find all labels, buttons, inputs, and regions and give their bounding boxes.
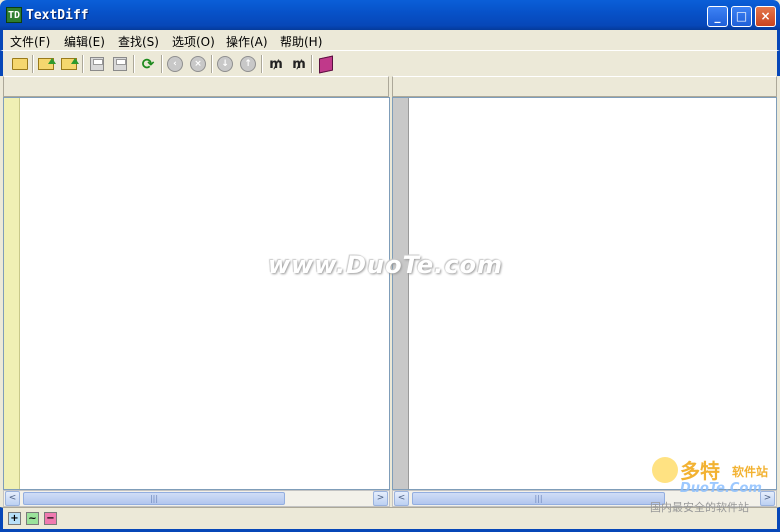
first-diff-button[interactable]: ↓ <box>215 54 235 74</box>
scroll-thumb[interactable]: ||| <box>23 492 285 505</box>
stop-icon: × <box>190 56 206 72</box>
first-diff-icon: ↓ <box>217 56 233 72</box>
open-right-button[interactable] <box>59 54 79 74</box>
mascot-icon <box>652 457 678 483</box>
find-next-icon: ₥ <box>292 56 306 72</box>
left-pane-header <box>3 76 389 97</box>
open-right-icon <box>61 58 79 70</box>
prev-diff-button[interactable]: ‹ <box>165 54 185 74</box>
menu-edit[interactable]: 编辑(E) <box>64 33 105 50</box>
find-button[interactable]: ₥ <box>266 54 286 74</box>
left-hscrollbar[interactable]: < ||| > <box>3 490 390 507</box>
toolbar-separator <box>133 55 135 73</box>
stop-button[interactable]: × <box>188 54 208 74</box>
window-title: TextDiff <box>26 8 89 23</box>
refresh-icon: ⟳ <box>141 55 155 73</box>
scroll-left-arrow[interactable]: < <box>5 491 20 506</box>
legend-removed: − <box>44 512 57 525</box>
right-line-gutter <box>393 98 409 489</box>
menu-help[interactable]: 帮助(H) <box>280 33 322 50</box>
left-text-pane[interactable] <box>3 97 390 490</box>
toolbar-separator <box>311 55 313 73</box>
open-folder-icon <box>12 58 28 70</box>
save-right-icon <box>113 57 127 71</box>
help-button[interactable] <box>316 54 336 74</box>
watermark-domain: DuoTe.Com <box>680 481 762 496</box>
menu-file[interactable]: 文件(F) <box>10 33 50 50</box>
watermark-brand: 多特 <box>680 459 720 483</box>
last-diff-icon: ↑ <box>240 56 256 72</box>
open-folder-button[interactable] <box>10 54 30 74</box>
refresh-button[interactable]: ⟳ <box>138 54 158 74</box>
scroll-right-arrow[interactable]: > <box>373 491 388 506</box>
menu-options[interactable]: 选项(O) <box>172 33 215 50</box>
scroll-left-arrow[interactable]: < <box>394 491 409 506</box>
menu-actions[interactable]: 操作(A) <box>226 33 268 50</box>
close-button[interactable]: × <box>755 6 776 27</box>
textdiff-icon: TD <box>6 7 22 23</box>
toolbar-separator <box>161 55 163 73</box>
right-pane-header <box>392 76 777 97</box>
watermark-brand-sub: 软件站 <box>732 465 769 479</box>
toolbar-separator <box>211 55 213 73</box>
help-book-icon <box>319 55 333 73</box>
last-diff-button[interactable]: ↑ <box>238 54 258 74</box>
find-icon: ₥ <box>269 56 283 72</box>
legend-added: + <box>8 512 21 525</box>
find-next-button[interactable]: ₥ <box>289 54 309 74</box>
scroll-thumb[interactable]: ||| <box>412 492 665 505</box>
open-left-icon <box>38 58 56 70</box>
watermark-logo: 多特 软件站 DuoTe.Com 国内最安全的软件站 <box>650 455 778 515</box>
prev-diff-icon: ‹ <box>167 56 183 72</box>
toolbar-separator <box>261 55 263 73</box>
toolbar-separator <box>32 55 34 73</box>
right-text-pane[interactable] <box>392 97 777 490</box>
save-right-button[interactable] <box>110 54 130 74</box>
legend-changed: ~ <box>26 512 39 525</box>
toolbar-separator <box>82 55 84 73</box>
save-left-icon <box>90 57 104 71</box>
watermark-tagline: 国内最安全的软件站 <box>650 501 749 514</box>
maximize-button[interactable]: □ <box>731 6 752 27</box>
watermark-url: www.DuoTe.com <box>268 251 503 279</box>
save-left-button[interactable] <box>87 54 107 74</box>
minimize-button[interactable]: _ <box>707 6 728 27</box>
title-bar[interactable]: TD TextDiff _ □ × <box>0 0 780 30</box>
open-left-button[interactable] <box>36 54 56 74</box>
menu-bar: 文件(F) 编辑(E) 查找(S) 选项(O) 操作(A) 帮助(H) <box>0 30 780 50</box>
menu-find[interactable]: 查找(S) <box>118 33 159 50</box>
toolbar: ⟳ ‹ × ↓ ↑ ₥ ₥ <box>0 50 780 76</box>
left-line-gutter <box>4 98 20 489</box>
